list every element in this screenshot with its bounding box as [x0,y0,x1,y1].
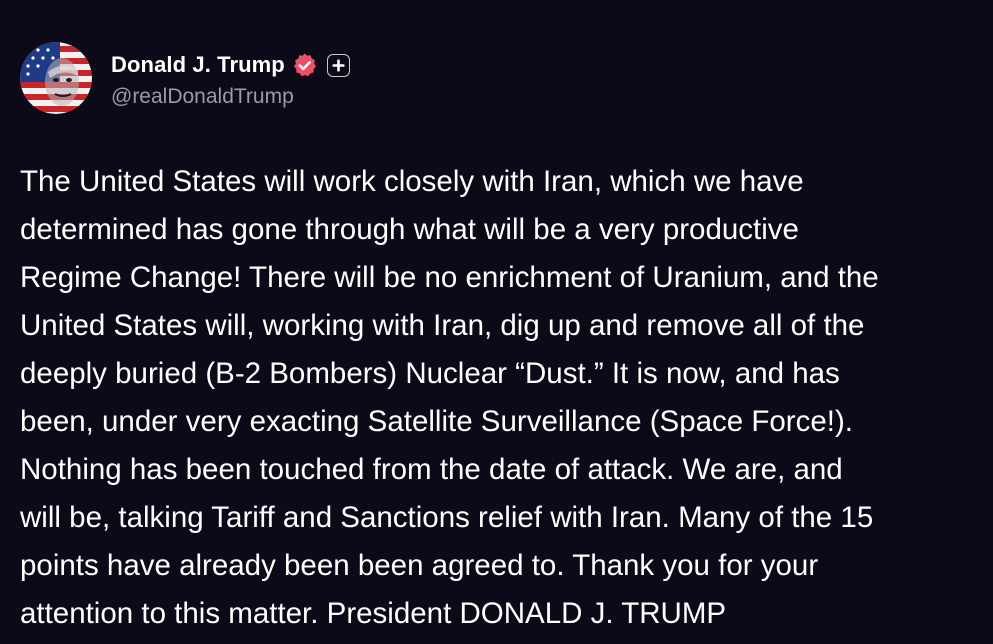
author-identity: Donald J. Trump @realDonaldTrump [111,47,350,109]
plus-icon [332,59,345,71]
user-handle[interactable]: @realDonaldTrump [111,85,350,109]
avatar-image [20,42,92,114]
follow-button[interactable] [326,53,350,77]
post-header: Donald J. Trump @realDonaldTrump [20,42,350,114]
avatar[interactable] [20,42,92,114]
name-row: Donald J. Trump [111,47,350,83]
post-body-text: The United States will work closely with… [20,165,879,630]
display-name[interactable]: Donald J. Trump [111,52,285,78]
verified-badge-icon [291,52,318,79]
post-card: Donald J. Trump @realDonaldTrump The Uni… [0,0,993,644]
